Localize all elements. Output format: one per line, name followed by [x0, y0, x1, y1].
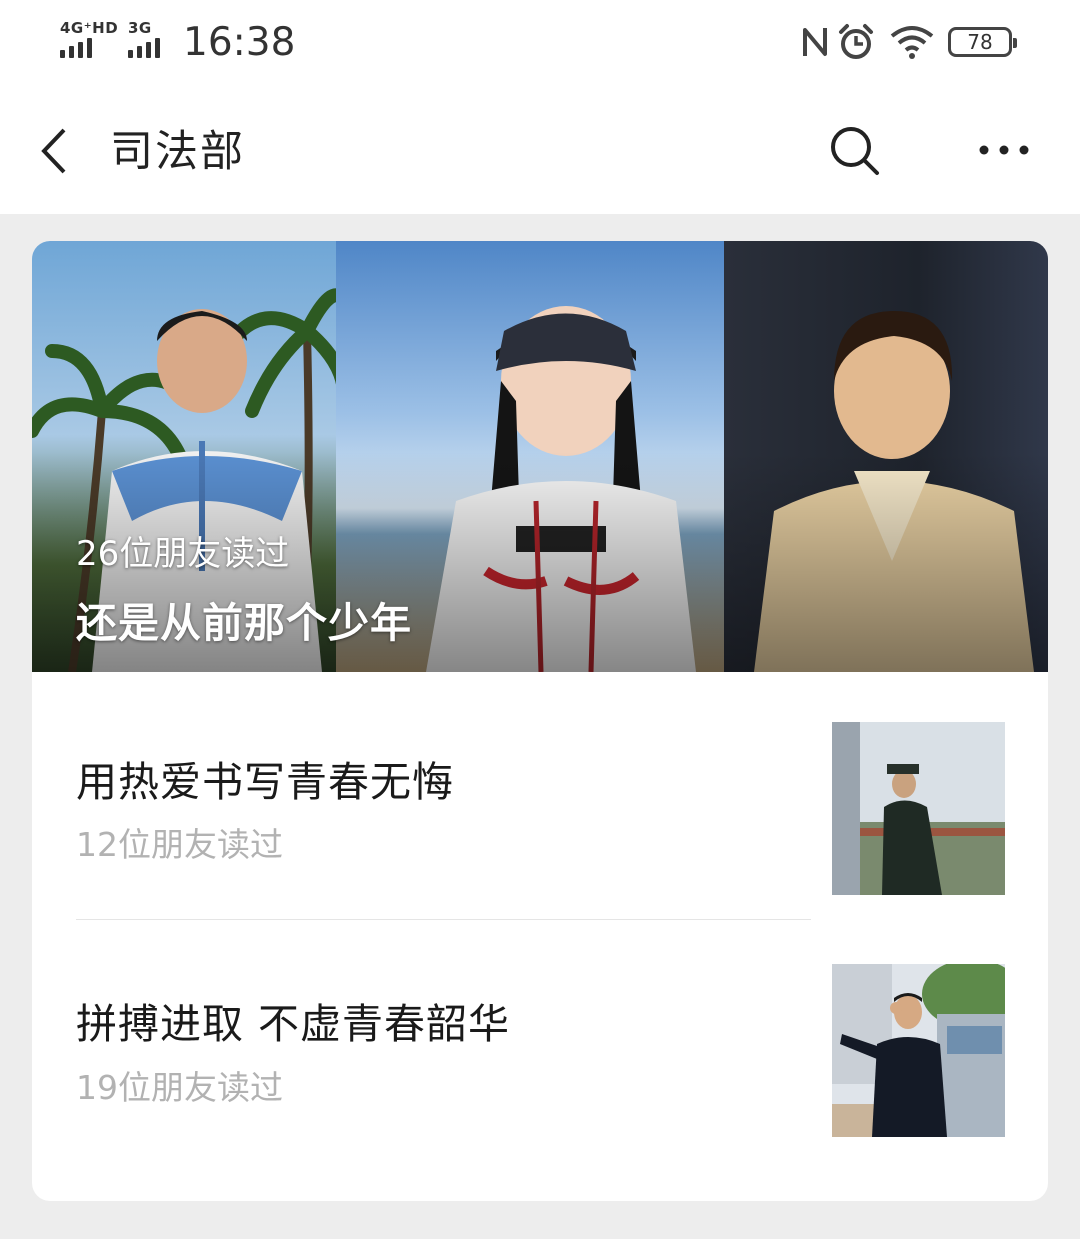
signal-4g: 4G⁺HD	[60, 20, 118, 58]
article-title: 拼搏进取 不虚青春韶华	[76, 1000, 511, 1048]
search-icon[interactable]	[828, 124, 882, 178]
article-read-count: 12位朋友读过	[76, 825, 283, 864]
hero-article[interactable]: 26位朋友读过 还是从前那个少年	[32, 241, 1048, 672]
article-thumbnail	[832, 964, 1005, 1137]
signal-bars-icon	[60, 38, 118, 58]
page-title: 司法部	[110, 127, 245, 177]
network-label-3g: 3G	[128, 19, 152, 37]
article-card: 26位朋友读过 还是从前那个少年 用热爱书写青春无悔 12位朋友读过 拼搏进取 …	[32, 241, 1048, 1201]
hero-title: 还是从前那个少年	[76, 599, 412, 647]
wifi-icon	[890, 26, 934, 59]
more-icon[interactable]	[976, 142, 1032, 158]
back-arrow-icon[interactable]	[36, 126, 70, 176]
signal-bars-icon	[128, 38, 160, 58]
signal-3g: 3G	[128, 20, 160, 58]
list-divider	[76, 919, 811, 920]
alarm-icon	[839, 24, 873, 59]
article-thumbnail	[832, 722, 1005, 895]
battery-icon: 78	[948, 27, 1017, 57]
nav-bar: 司法部	[0, 92, 1080, 214]
nfc-icon	[803, 28, 827, 56]
status-bar: 4G⁺HD 3G 16:38 78	[0, 0, 1080, 92]
article-read-count: 19位朋友读过	[76, 1068, 283, 1107]
network-label-4g: 4G⁺HD	[60, 19, 119, 37]
list-item[interactable]: 拼搏进取 不虚青春韶华 19位朋友读过	[32, 921, 1048, 1161]
article-title: 用热爱书写青春无悔	[76, 758, 454, 806]
list-item[interactable]: 用热爱书写青春无悔 12位朋友读过	[32, 672, 1048, 912]
status-time: 16:38	[183, 20, 296, 65]
hero-read-count: 26位朋友读过	[76, 534, 290, 574]
